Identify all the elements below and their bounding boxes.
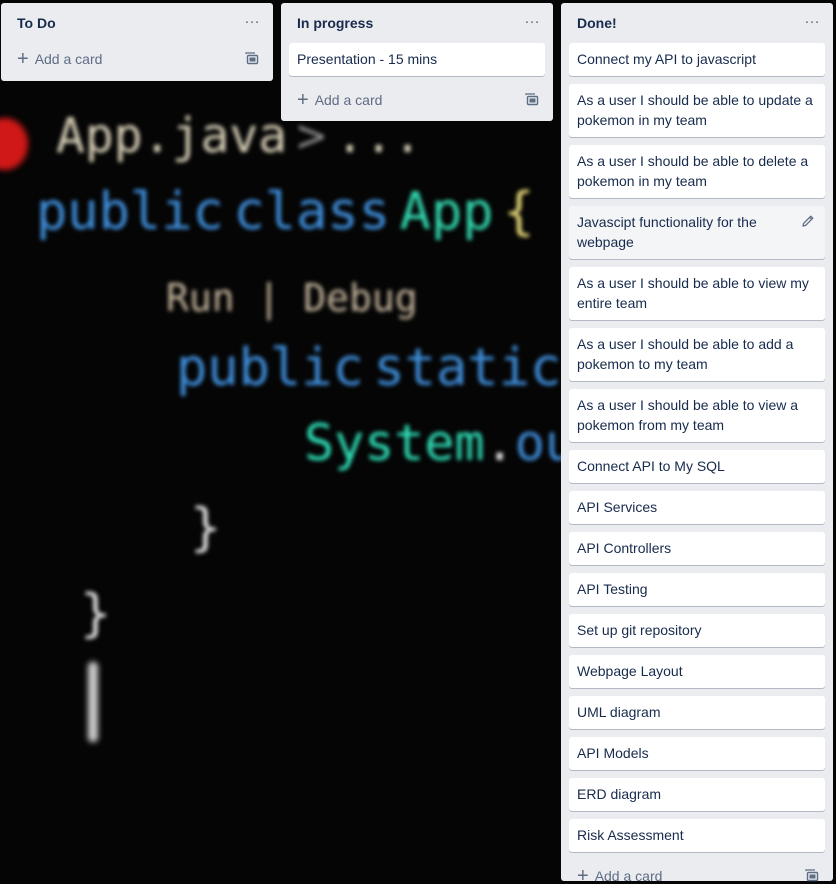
add-card-label: Add a card [594,868,663,884]
card[interactable]: As a user I should be able to delete a p… [569,145,825,198]
card[interactable]: Risk Assessment [569,819,825,852]
card[interactable]: ERD diagram [569,778,825,811]
add-card-label: Add a card [34,51,103,67]
card-title: Javascipt functionality for the webpage [577,214,757,250]
card[interactable]: Presentation - 15 mins [289,43,545,76]
card-title: As a user I should be able to view my en… [577,275,809,311]
card-title: As a user I should be able to add a poke… [577,336,794,372]
card-title: As a user I should be able to view a pok… [577,397,799,433]
text-cursor [88,662,98,742]
card[interactable]: Connect my API to javascript [569,43,825,76]
card-title: Connect my API to javascript [577,51,756,67]
list-header: To Do … [1,3,273,43]
plus-icon: + [297,89,309,111]
list-done: Done! … Connect my API to javascript As … [561,3,833,884]
list-in-progress: In progress … Presentation - 15 mins + A… [281,3,553,121]
card-template-icon[interactable] [245,52,259,66]
card-title: API Testing [577,581,648,597]
card-title: Presentation - 15 mins [297,51,438,67]
card-template-icon[interactable] [525,93,539,107]
code-line: System.ou [304,414,575,472]
list-title[interactable]: Done! [577,15,617,31]
card-title: API Controllers [577,540,672,556]
list-to-do: To Do … + Add a card [1,3,273,81]
card-list: Presentation - 15 mins [281,43,553,76]
card-title: ERD diagram [577,786,662,802]
card[interactable]: UML diagram [569,696,825,729]
code-line: } [190,498,222,558]
code-line: public static [176,338,562,398]
card-list: Connect my API to javascript As a user I… [561,43,833,852]
card-title: Risk Assessment [577,827,684,843]
code-line: } [80,584,112,644]
unsaved-indicator [0,118,28,170]
card-title: Connect API to My SQL [577,458,725,474]
card[interactable]: As a user I should be able to view my en… [569,267,825,320]
pencil-icon[interactable] [801,214,815,228]
card[interactable]: Javascipt functionality for the webpage [569,206,825,259]
card-template-icon[interactable] [805,869,819,883]
add-card-label: Add a card [314,92,383,108]
card-title: UML diagram [577,704,661,720]
card-title: API Models [577,745,649,761]
card[interactable]: API Models [569,737,825,770]
plus-icon: + [577,865,589,884]
card[interactable]: Set up git repository [569,614,825,647]
ellipsis-icon[interactable]: … [804,11,821,27]
card[interactable]: Webpage Layout [569,655,825,688]
card-title: API Services [577,499,658,515]
list-title[interactable]: To Do [17,15,56,31]
card-title: Webpage Layout [577,663,683,679]
list-header: Done! … [561,3,833,43]
card-title: Set up git repository [577,622,702,638]
card[interactable]: As a user I should be able to add a poke… [569,328,825,381]
card-title: As a user I should be able to delete a p… [577,153,809,189]
card[interactable]: As a user I should be able to update a p… [569,84,825,137]
add-card-button[interactable]: + Add a card [281,84,553,116]
board: App.java > ... public class App { Run | … [0,0,836,884]
list-title[interactable]: In progress [297,15,373,31]
add-card-button[interactable]: + Add a card [561,860,833,884]
card[interactable]: API Testing [569,573,825,606]
card[interactable]: As a user I should be able to view a pok… [569,389,825,442]
add-card-button[interactable]: + Add a card [1,43,273,75]
code-line: public class App { [36,182,535,242]
card-title: As a user I should be able to update a p… [577,92,813,128]
plus-icon: + [17,48,29,70]
code-line: Run | Debug [166,276,418,320]
ellipsis-icon[interactable]: … [244,11,261,27]
list-header: In progress … [281,3,553,43]
ellipsis-icon[interactable]: … [524,11,541,27]
card[interactable]: API Controllers [569,532,825,565]
card[interactable]: API Services [569,491,825,524]
card[interactable]: Connect API to My SQL [569,450,825,483]
